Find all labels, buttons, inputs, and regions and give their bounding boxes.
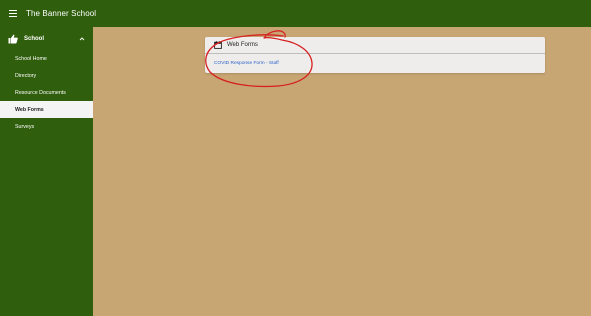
hamburger-menu-icon[interactable] bbox=[9, 10, 17, 17]
sidebar: School School Home Directory Resource Do… bbox=[0, 27, 93, 316]
card-body: COVID Response Form - Staff bbox=[205, 54, 545, 73]
top-bar: The Banner School bbox=[0, 0, 591, 27]
web-forms-card: Web Forms COVID Response Form - Staff bbox=[205, 37, 545, 73]
main-content: Web Forms COVID Response Form - Staff bbox=[93, 27, 591, 316]
covid-response-form-link[interactable]: COVID Response Form - Staff bbox=[214, 61, 279, 66]
calendar-icon bbox=[214, 41, 222, 49]
sidebar-item-web-forms[interactable]: Web Forms bbox=[0, 101, 93, 118]
sidebar-item-label: Web Forms bbox=[15, 106, 44, 113]
sidebar-item-label: Surveys bbox=[15, 123, 35, 130]
sidebar-item-directory[interactable]: Directory bbox=[0, 67, 93, 84]
sidebar-section-school[interactable]: School bbox=[0, 27, 93, 50]
card-title: Web Forms bbox=[227, 42, 258, 48]
sidebar-item-label: School Home bbox=[15, 55, 47, 62]
app-title: The Banner School bbox=[26, 9, 97, 18]
sidebar-item-surveys[interactable]: Surveys bbox=[0, 118, 93, 135]
thumbs-up-icon bbox=[8, 34, 18, 43]
sidebar-section-label: School bbox=[24, 35, 45, 42]
sidebar-item-label: Directory bbox=[15, 72, 37, 79]
sidebar-item-label: Resource Documents bbox=[15, 89, 66, 96]
card-header: Web Forms bbox=[205, 37, 545, 54]
sidebar-item-resource-documents[interactable]: Resource Documents bbox=[0, 84, 93, 101]
app-root: The Banner School School School Home Dir… bbox=[0, 0, 591, 316]
chevron-up-icon[interactable] bbox=[79, 36, 85, 42]
sidebar-item-school-home[interactable]: School Home bbox=[0, 50, 93, 67]
